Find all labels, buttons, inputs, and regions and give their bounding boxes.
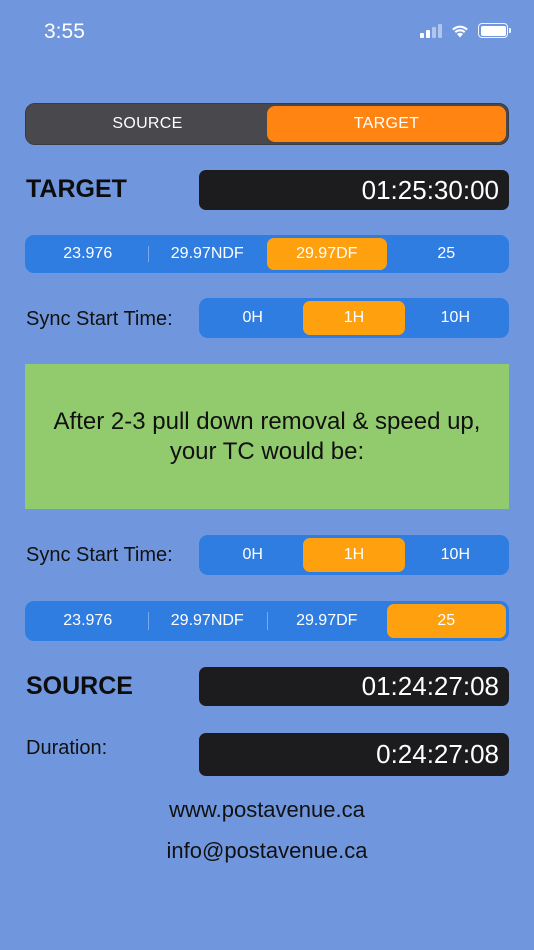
- status-bar: 3:55: [0, 0, 534, 62]
- info-message-text: After 2-3 pull down removal & speed up, …: [53, 407, 481, 465]
- source-sync-selector: 0H 1H 10H: [199, 535, 509, 575]
- status-icons: [420, 23, 511, 38]
- source-timecode-display: 01:24:27:08: [199, 667, 509, 706]
- target-heading: TARGET: [26, 175, 127, 203]
- website-link[interactable]: www.postavenue.ca: [0, 797, 534, 823]
- wifi-icon: [452, 25, 468, 38]
- source-fps-2997ndf[interactable]: 29.97NDF: [147, 604, 268, 638]
- battery-icon: [478, 23, 511, 38]
- target-sync-label: Sync Start Time:: [26, 308, 173, 330]
- duration-label: Duration:: [26, 737, 108, 759]
- target-fps-23976[interactable]: 23.976: [28, 238, 148, 270]
- mode-source-button[interactable]: SOURCE: [28, 106, 267, 142]
- target-fps-2997df[interactable]: 29.97DF: [267, 238, 387, 270]
- target-timecode-field[interactable]: 01:25:30:00: [199, 170, 509, 210]
- duration-display: 0:24:27:08: [199, 733, 509, 776]
- mode-toggle: SOURCE TARGET: [25, 103, 509, 145]
- target-sync-1h[interactable]: 1H: [303, 301, 405, 335]
- mode-target-button[interactable]: TARGET: [267, 106, 506, 142]
- source-sync-10h[interactable]: 10H: [405, 538, 506, 572]
- target-sync-selector: 0H 1H 10H: [199, 298, 509, 338]
- status-time: 3:55: [44, 20, 85, 43]
- info-message: After 2-3 pull down removal & speed up, …: [25, 364, 509, 509]
- source-fps-23976[interactable]: 23.976: [28, 604, 148, 638]
- cellular-signal-icon: [420, 23, 442, 38]
- source-sync-0h[interactable]: 0H: [202, 538, 303, 572]
- target-fps-25[interactable]: 25: [387, 238, 507, 270]
- target-sync-10h[interactable]: 10H: [405, 301, 506, 335]
- source-fps-25[interactable]: 25: [386, 604, 506, 638]
- source-heading: SOURCE: [26, 672, 133, 700]
- source-sync-label: Sync Start Time:: [26, 544, 173, 566]
- target-sync-0h[interactable]: 0H: [202, 301, 303, 335]
- source-sync-1h[interactable]: 1H: [303, 538, 405, 572]
- target-fps-2997ndf[interactable]: 29.97NDF: [147, 238, 268, 270]
- email-link[interactable]: info@postavenue.ca: [0, 838, 534, 864]
- target-frame-rate-selector: 23.976 29.97NDF 29.97DF 25: [25, 235, 509, 273]
- source-fps-2997df[interactable]: 29.97DF: [267, 604, 387, 638]
- source-frame-rate-selector: 23.976 29.97NDF 29.97DF 25: [25, 601, 509, 641]
